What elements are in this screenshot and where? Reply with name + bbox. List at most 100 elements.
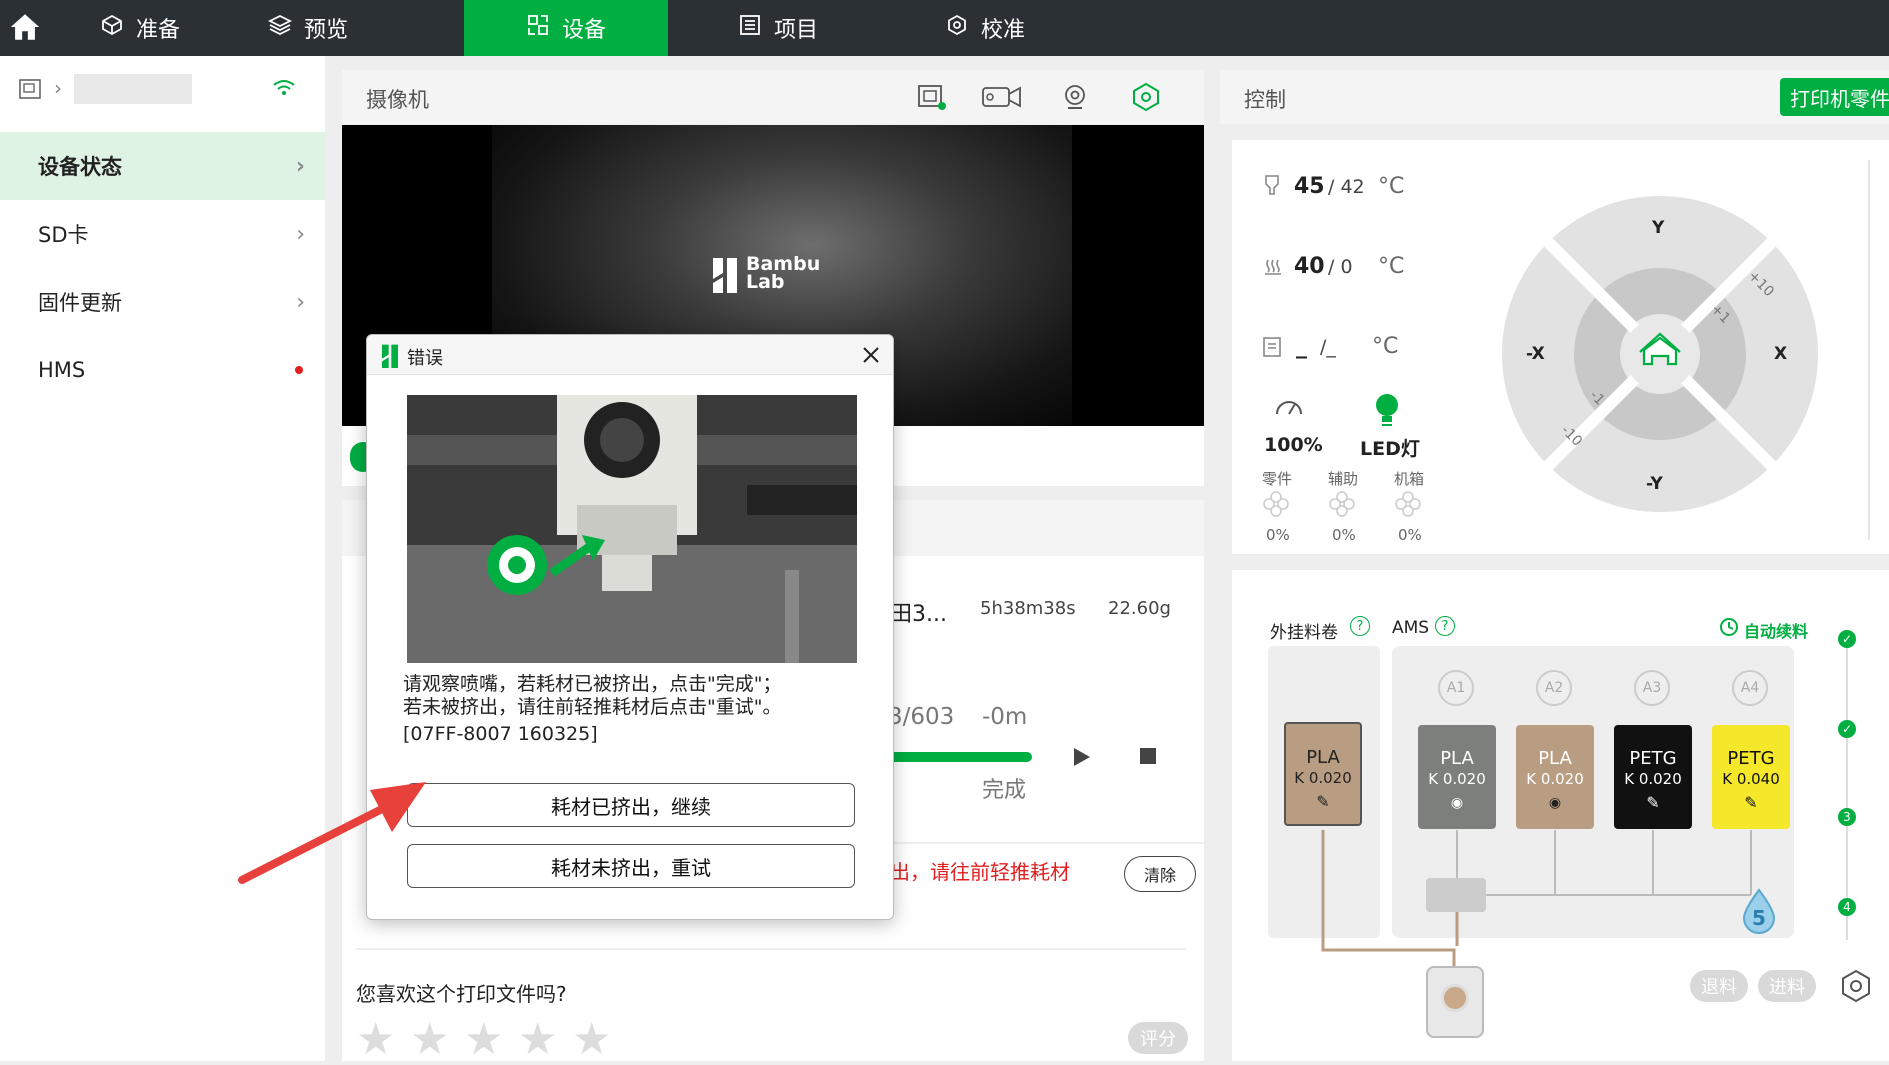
job-layers: 3/603 [888, 704, 955, 730]
control-panel: 45 / 42 °C 40 / 0 °C _ /_ °C 100% LED灯 零… [1232, 140, 1889, 554]
sidebar-item-firmware[interactable]: 固件更新 › [0, 268, 325, 336]
job-name: 田3... [890, 602, 947, 627]
sd-record-icon[interactable] [916, 82, 948, 116]
dialog-message: 请观察喷嘴，若耗材已被挤出，点击"完成"； 若未被挤出，请往前轻推耗材后点击"重… [403, 673, 873, 746]
tab-label: 项目 [773, 18, 818, 43]
tab-label: 设备 [561, 18, 606, 43]
speed-value: 100% [1264, 434, 1323, 456]
step-3: 3 [1838, 808, 1856, 826]
jog-control[interactable]: Y -Y X -X +10 +1 -1 -10 [1500, 194, 1820, 514]
list-icon [738, 13, 762, 43]
bulb-icon[interactable] [1372, 392, 1402, 430]
progress-fill [888, 752, 1032, 762]
cube-icon [100, 13, 124, 43]
sidebar-item-label: 设备状态 [38, 155, 122, 179]
nozzle-target[interactable]: / 42 [1328, 176, 1365, 198]
printer-parts-button[interactable]: 打印机零件 [1780, 78, 1889, 116]
star-icon[interactable]: ★ [518, 1018, 558, 1062]
fan-icon[interactable] [1262, 490, 1290, 522]
tab-label: 准备 [135, 18, 180, 43]
tab-calibrate[interactable]: 校准 [930, 0, 1040, 56]
camera-logo-text: Bambu Lab [746, 253, 821, 293]
tab-prepare[interactable]: 准备 [90, 0, 190, 56]
unload-button[interactable]: 退料 [1690, 970, 1748, 1002]
sidebar-item-device-status[interactable]: 设备状态 › [0, 132, 325, 200]
star-icon[interactable]: ★ [464, 1018, 504, 1062]
star-icon[interactable]: ★ [356, 1018, 396, 1062]
jog-y-neg[interactable]: -Y [1646, 474, 1663, 494]
fan-value: 0% [1332, 526, 1356, 544]
fan-label: 机箱 [1394, 470, 1425, 488]
tab-label: 预览 [303, 18, 348, 43]
speed-gauge-icon[interactable] [1274, 394, 1304, 422]
fan-icon[interactable] [1328, 490, 1356, 522]
continue-button[interactable]: 耗材已挤出，继续 [407, 783, 855, 827]
clear-button[interactable]: 清除 [1124, 856, 1196, 892]
dialog-error-code: [07FF-8007 160325] [403, 723, 598, 745]
z-axis-controls[interactable] [1868, 160, 1889, 540]
humidity-level: 5 [1752, 906, 1766, 930]
sidebar-item-sd-card[interactable]: SD卡 › [0, 200, 325, 268]
bed-target[interactable]: / 0 [1328, 256, 1353, 278]
webcam-icon[interactable] [1060, 82, 1090, 116]
device-icon [526, 13, 550, 43]
chevron-right-icon: › [296, 289, 305, 315]
tab-preview[interactable]: 预览 [258, 0, 358, 56]
progress-bar [888, 752, 1032, 762]
retry-button[interactable]: 耗材未挤出，重试 [407, 844, 855, 888]
fan-value: 0% [1266, 526, 1290, 544]
jog-y-pos[interactable]: Y [1652, 218, 1664, 238]
chamber-target: /_ [1320, 336, 1336, 358]
temp-unit: °C [1372, 334, 1399, 359]
chamber-temp: _ [1296, 334, 1307, 359]
bambu-logo-icon [381, 344, 399, 372]
jog-x-neg[interactable]: -X [1526, 344, 1545, 364]
fan-label: 辅助 [1328, 470, 1359, 488]
rate-button[interactable]: 评分 [1128, 1022, 1188, 1054]
tab-project[interactable]: 项目 [728, 0, 828, 56]
fan-value: 0% [1398, 526, 1422, 544]
home-icon[interactable] [8, 10, 44, 46]
check-icon: ✓ [1838, 630, 1856, 648]
dialog-title: 错误 [407, 348, 443, 369]
humidity-drop-icon[interactable]: 5 [1740, 888, 1778, 940]
sidebar-item-label: 固件更新 [38, 291, 122, 315]
bed-temp: 40 [1294, 254, 1325, 279]
temp-unit: °C [1378, 254, 1405, 279]
control-header: 控制 打印机零件 [1220, 70, 1889, 124]
star-icon[interactable]: ★ [410, 1018, 450, 1062]
jog-x-pos[interactable]: X [1774, 344, 1787, 364]
fan-label: 零件 [1262, 470, 1293, 488]
sidebar-item-label: SD卡 [38, 223, 89, 247]
alert-dot [295, 366, 303, 374]
video-camera-icon[interactable] [980, 82, 1024, 116]
job-time: 5h38m38s [980, 598, 1076, 619]
resume-icon[interactable] [1072, 746, 1092, 772]
ams-settings-icon[interactable] [1838, 968, 1874, 1008]
tab-device[interactable]: 设备 [464, 0, 668, 56]
control-title: 控制 [1244, 88, 1286, 112]
step-line [1846, 640, 1848, 940]
sidebar-item-hms[interactable]: HMS [0, 336, 325, 404]
led-label: LED灯 [1360, 438, 1420, 460]
camera-header: 摄像机 [342, 70, 1204, 124]
chevron-right-icon: › [296, 221, 305, 247]
camera-title: 摄像机 [366, 88, 429, 112]
dialog-message-line: 请观察喷嘴，若耗材已被挤出，点击"完成"； [403, 673, 782, 695]
printer-icon [18, 78, 44, 104]
nozzle-icon [1262, 174, 1282, 202]
star-icon[interactable]: ★ [572, 1018, 612, 1062]
fan-icon[interactable] [1394, 490, 1422, 522]
wifi-icon [272, 78, 296, 102]
close-icon[interactable] [859, 343, 883, 367]
printer-name-redacted[interactable] [74, 74, 192, 104]
top-navigation-bar: 准备 预览 设备 项目 校准 [0, 0, 1889, 56]
tab-label: 校准 [980, 18, 1025, 43]
dialog-message-line: 若未被挤出，请往前轻推耗材后点击"重试"。 [403, 696, 782, 718]
calibrate-icon [945, 13, 969, 43]
stop-icon[interactable] [1140, 748, 1156, 764]
settings-hex-icon[interactable] [1130, 82, 1162, 116]
load-button[interactable]: 进料 [1758, 970, 1816, 1002]
job-weight: 22.60g [1108, 598, 1171, 619]
rating-stars[interactable]: ★ ★ ★ ★ ★ [356, 1018, 626, 1062]
